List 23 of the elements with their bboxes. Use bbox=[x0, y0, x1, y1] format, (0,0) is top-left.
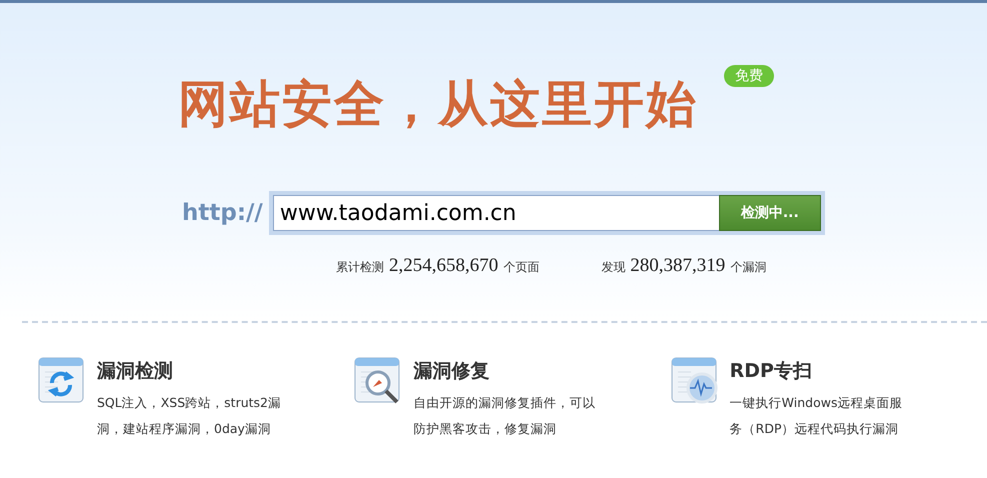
stat-unit: 个页面 bbox=[503, 259, 540, 276]
feature-description: 防护黑客攻击，修复漏洞 bbox=[413, 420, 558, 438]
feature-title: 漏洞修复 bbox=[413, 359, 490, 384]
free-badge: 免费 bbox=[724, 65, 774, 87]
feature-description: 自由开源的漏洞修复插件，可以 bbox=[413, 394, 596, 412]
feature-description: 一键执行Windows远程桌面服 bbox=[730, 394, 902, 412]
pulse-window-icon bbox=[670, 357, 718, 404]
stat-unit: 个漏洞 bbox=[730, 259, 766, 276]
url-prefix: http:// bbox=[182, 200, 263, 226]
stat-number: 2,254,658,670 bbox=[389, 255, 498, 277]
feature-description: 务（RDP）远程代码执行漏洞 bbox=[730, 420, 900, 438]
headline: 网站安全，从这里开始 bbox=[178, 74, 698, 135]
feature-description: 洞，建站程序漏洞，0day漏洞 bbox=[97, 420, 272, 438]
feature-description: SQL注入，XSS跨站，struts2漏 bbox=[97, 394, 282, 412]
feature-title: RDP专扫 bbox=[730, 359, 813, 384]
refresh-window-icon bbox=[38, 357, 85, 404]
feature-title: 漏洞检测 bbox=[97, 359, 174, 384]
url-field[interactable]: www.taodami.com.cn 检测中... bbox=[268, 191, 825, 235]
scan-button[interactable]: 检测中... bbox=[718, 195, 821, 231]
stat-label: 累计检测 bbox=[336, 259, 384, 276]
stat-label: 发现 bbox=[601, 259, 626, 276]
stat-number: 280,387,319 bbox=[630, 255, 726, 277]
magnifier-window-icon bbox=[354, 357, 402, 404]
